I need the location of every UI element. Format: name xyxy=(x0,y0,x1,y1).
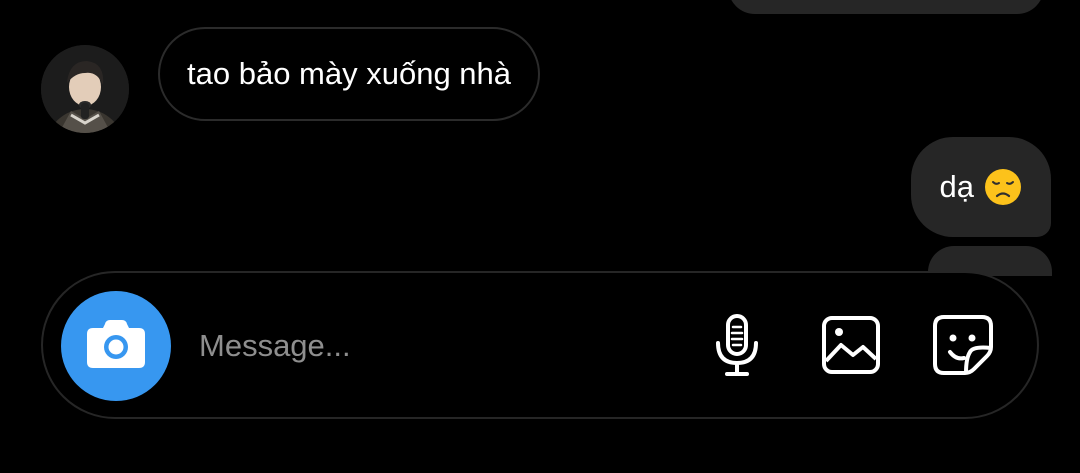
avatar[interactable] xyxy=(41,45,129,133)
received-message-text: tao bảo mày xuống nhà xyxy=(187,56,512,91)
microphone-icon xyxy=(711,313,763,382)
message-composer xyxy=(41,271,1039,419)
received-message-bubble[interactable]: tao bảo mày xuống nhà xyxy=(158,27,541,121)
message-input[interactable] xyxy=(199,317,679,375)
sent-message-text: dạ xyxy=(939,169,974,204)
camera-icon xyxy=(85,318,147,375)
sticker-icon xyxy=(932,314,994,381)
disappointed-face-icon xyxy=(984,168,1022,206)
image-icon xyxy=(821,315,881,380)
voice-message-button[interactable] xyxy=(703,313,771,381)
gallery-button[interactable] xyxy=(817,313,885,381)
previous-message-bubble xyxy=(728,0,1044,14)
sent-message-bubble[interactable]: dạ xyxy=(910,137,1051,237)
sticker-button[interactable] xyxy=(929,313,997,381)
camera-button[interactable] xyxy=(61,291,171,401)
